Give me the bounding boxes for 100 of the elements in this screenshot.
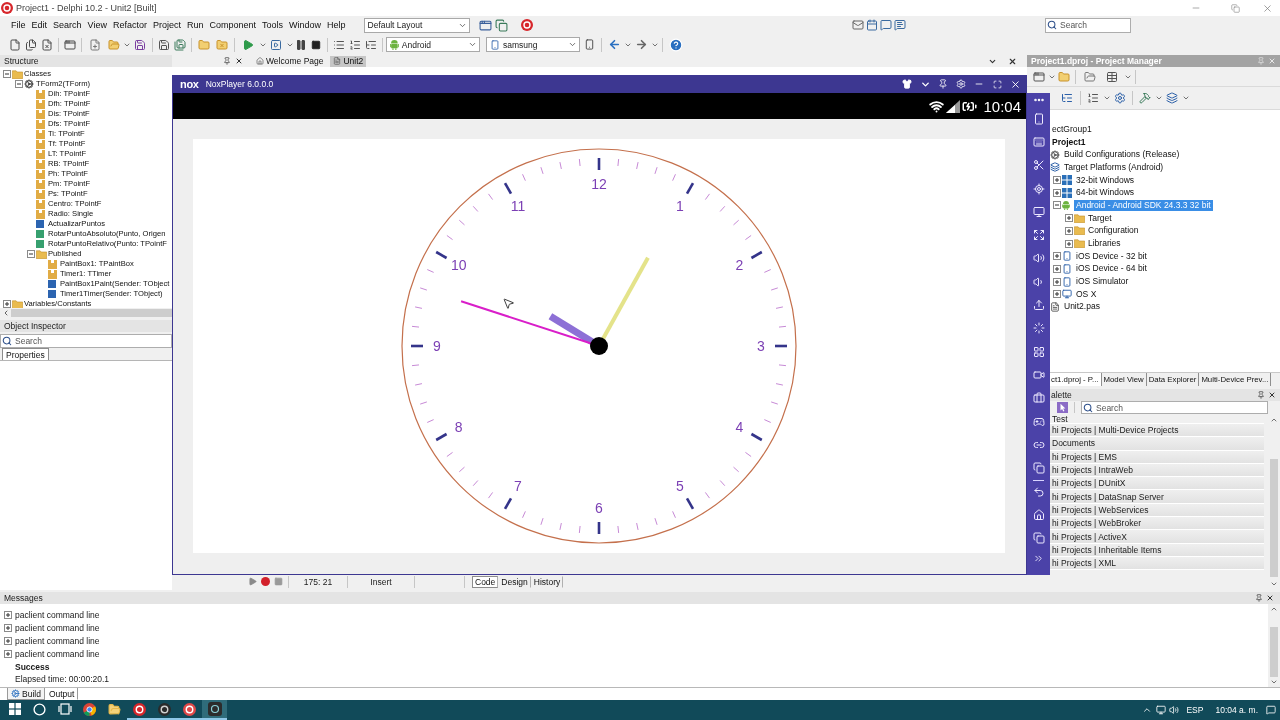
search-field[interactable]: Search (0, 334, 172, 348)
list-icon[interactable] (333, 38, 345, 51)
project-tree-item[interactable]: Build Configurations (Release) (1062, 149, 1182, 161)
menu-item[interactable]: Help (324, 17, 349, 33)
tree-toggle-icon[interactable] (1053, 188, 1061, 197)
scrollbar-thumb[interactable] (1270, 627, 1278, 677)
tree-list-icon[interactable] (365, 38, 377, 51)
tab[interactable]: Properties (2, 348, 49, 360)
pin-icon[interactable] (938, 79, 948, 89)
scroll-left-icon[interactable] (2, 309, 10, 317)
phone-icon[interactable] (583, 39, 595, 50)
grid-icon[interactable] (1032, 345, 1045, 358)
caret-icon[interactable] (1102, 94, 1111, 102)
app-icon[interactable] (207, 702, 222, 716)
run-icon[interactable] (242, 38, 254, 51)
location-icon[interactable] (1032, 182, 1045, 195)
expand-icon[interactable] (1032, 229, 1045, 242)
device-select[interactable]: samsung (486, 37, 580, 52)
project-tree-item[interactable]: Libraries (1086, 238, 1123, 250)
tree-toggle-icon[interactable] (3, 300, 11, 308)
tree-toggle-icon[interactable] (1053, 264, 1061, 273)
calendar-icon[interactable] (866, 19, 878, 31)
menu-item[interactable]: Run (183, 17, 207, 33)
pin-icon[interactable] (1255, 594, 1263, 602)
copy-icon[interactable] (495, 18, 509, 32)
pin-icon[interactable] (223, 57, 231, 65)
caret-icon[interactable] (568, 40, 577, 49)
tree-toggle-icon[interactable] (4, 624, 12, 633)
menu-item[interactable]: File (8, 17, 29, 33)
menu-item[interactable]: Search (50, 17, 85, 33)
tree-list-icon[interactable] (1061, 92, 1073, 104)
project-tree-item[interactable]: iOS Device - 64 bit (1074, 263, 1149, 275)
briefcase-icon[interactable] (1032, 392, 1045, 405)
chevron-up-icon[interactable] (1142, 705, 1153, 715)
taskbar-clock[interactable]: 10:04 a. m. (1215, 705, 1258, 715)
project-tree-item[interactable]: Target (1086, 212, 1114, 224)
project-tree-item[interactable]: Unit2.pas (1062, 301, 1102, 313)
files-icon[interactable] (25, 38, 37, 51)
palette-item[interactable]: hi Projects | DataSnap Server (1050, 490, 1264, 504)
palette-item[interactable]: hi Projects | WebBroker (1050, 517, 1264, 531)
palette-item[interactable]: hi Projects | DUnitX (1050, 477, 1264, 491)
tab[interactable]: Build (7, 688, 45, 700)
upload-icon[interactable] (1032, 299, 1045, 311)
file-plus-icon[interactable] (89, 38, 101, 51)
save-icon[interactable] (158, 38, 170, 51)
tree-toggle-icon[interactable] (4, 611, 12, 620)
task-view-icon[interactable] (57, 703, 72, 715)
close-icon[interactable] (1008, 56, 1017, 66)
close-icon[interactable] (1268, 391, 1276, 399)
menu-item[interactable]: View (84, 17, 110, 33)
settings-icon[interactable] (956, 79, 966, 89)
home-icon[interactable] (1032, 509, 1045, 522)
window-icon[interactable] (1033, 70, 1045, 83)
search-field[interactable]: Search (1045, 17, 1131, 33)
shirt-icon[interactable] (902, 79, 912, 89)
app-icon[interactable] (183, 702, 196, 716)
tree-toggle-icon[interactable] (1053, 176, 1061, 185)
menu-item[interactable]: Edit (28, 17, 51, 33)
tree-toggle-icon[interactable] (1053, 201, 1061, 210)
language-indicator[interactable]: ESP (1186, 705, 1204, 715)
numbered-list-icon[interactable] (349, 38, 361, 51)
scroll-up-icon[interactable] (1270, 416, 1278, 424)
help-icon[interactable] (669, 37, 683, 52)
save-icon[interactable] (134, 38, 146, 51)
search-field[interactable]: Search (1081, 401, 1268, 414)
platform-select[interactable]: Android (386, 37, 480, 52)
caret-icon[interactable] (468, 40, 477, 49)
close-icon[interactable] (1009, 78, 1021, 90)
tree-toggle-icon[interactable] (3, 70, 11, 78)
loader-icon[interactable] (1032, 322, 1045, 335)
scroll-up-icon[interactable] (1270, 605, 1278, 613)
volume-down-icon[interactable] (1032, 275, 1045, 288)
video-icon[interactable] (1032, 368, 1045, 381)
volume-up-icon[interactable] (1032, 252, 1045, 265)
scrollbar-thumb[interactable] (1270, 459, 1278, 577)
message-icon[interactable] (894, 19, 906, 31)
tree-toggle-icon[interactable] (1065, 214, 1073, 223)
maximize-icon[interactable] (992, 79, 1002, 89)
pointer-icon[interactable] (1057, 402, 1068, 413)
palette-item[interactable]: hi Projects | ActiveX (1050, 530, 1264, 544)
scroll-down-icon[interactable] (1270, 678, 1278, 686)
project-tree-item[interactable]: iOS Device - 32 bit (1074, 250, 1149, 262)
project-tree-item[interactable]: Project1 (1050, 136, 1088, 148)
gear-icon[interactable] (1114, 92, 1126, 104)
circle-icon[interactable] (33, 702, 46, 716)
app-icon[interactable] (133, 702, 146, 716)
arrow-right-icon[interactable] (634, 38, 648, 51)
tree-toggle-icon[interactable] (4, 649, 12, 658)
volume-icon[interactable] (1168, 705, 1179, 715)
back-icon[interactable] (1032, 486, 1045, 499)
project-tree-item[interactable]: iOS Simulator (1074, 276, 1131, 288)
palette-item[interactable]: hi Projects | Multi-Device Projects (1050, 424, 1264, 438)
pin-icon[interactable] (1257, 391, 1265, 399)
table-icon[interactable] (1106, 70, 1118, 83)
menu-item[interactable]: Project (149, 17, 184, 33)
numbered-list-icon[interactable] (1087, 92, 1099, 104)
file-x-icon[interactable] (41, 38, 53, 51)
tree-toggle-icon[interactable] (1065, 226, 1073, 235)
menu-item[interactable]: Refactor (109, 17, 150, 33)
view-tab[interactable]: Code (472, 575, 499, 588)
